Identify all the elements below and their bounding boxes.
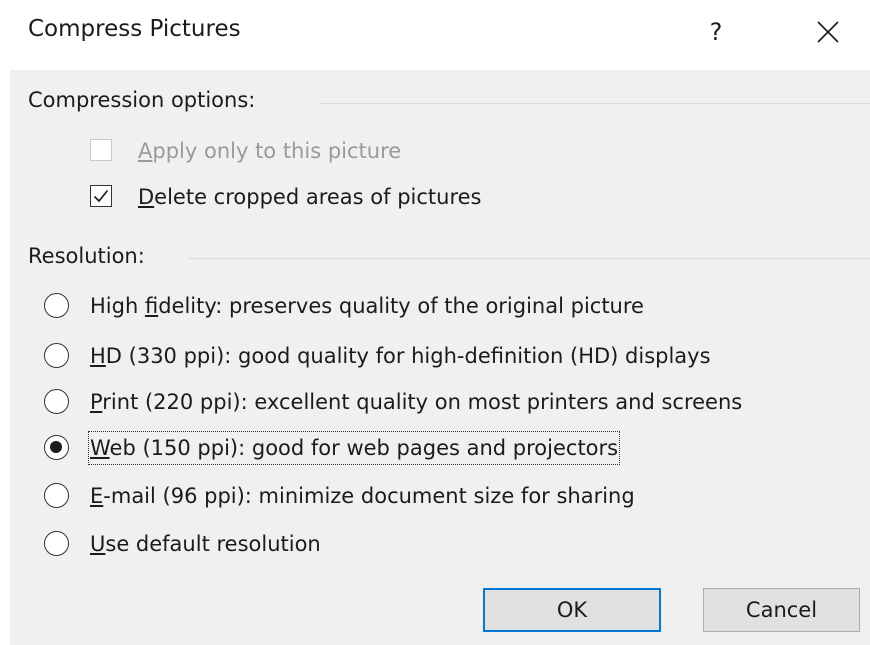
dialog-body: Compression options: Apply only to this … [10,70,870,645]
title-bar: Compress Pictures ? [0,0,870,70]
apply-only-checkbox[interactable] [90,139,112,161]
radio-default[interactable] [44,531,69,556]
checkmark-icon [93,189,109,203]
resolution-option-label: HD (330 ppi): good quality for high-defi… [90,344,711,368]
radio-email[interactable] [44,483,69,508]
close-icon [817,21,839,43]
cancel-button[interactable]: Cancel [703,588,860,632]
radio-selected-dot [50,441,62,453]
resolution-group-divider [188,258,870,259]
resolution-option-label: Use default resolution [90,532,321,556]
resolution-option-label: Web (150 ppi): good for web pages and pr… [87,431,621,465]
radio-hd[interactable] [44,343,69,368]
apply-only-label: Apply only to this picture [138,139,402,163]
delete-cropped-checkbox[interactable] [90,185,112,207]
compress-pictures-dialog: Compress Pictures ? Compression options:… [0,0,870,645]
radio-web[interactable] [44,435,69,460]
help-button[interactable]: ? [696,10,736,54]
close-button[interactable] [806,12,850,52]
delete-cropped-label: Delete cropped areas of pictures [138,185,482,209]
dialog-title: Compress Pictures [28,16,241,42]
radio-print[interactable] [44,389,69,414]
compression-options-header: Compression options: [28,88,256,112]
ok-button[interactable]: OK [483,588,661,632]
resolution-header: Resolution: [28,244,145,268]
resolution-option-label: E-mail (96 ppi): minimize document size … [90,484,635,508]
radio-high-fidelity[interactable] [44,293,69,318]
compression-group-divider [320,103,870,104]
resolution-option-label: High fidelity: preserves quality of the … [90,294,644,318]
resolution-option-label: Print (220 ppi): excellent quality on mo… [90,390,743,414]
